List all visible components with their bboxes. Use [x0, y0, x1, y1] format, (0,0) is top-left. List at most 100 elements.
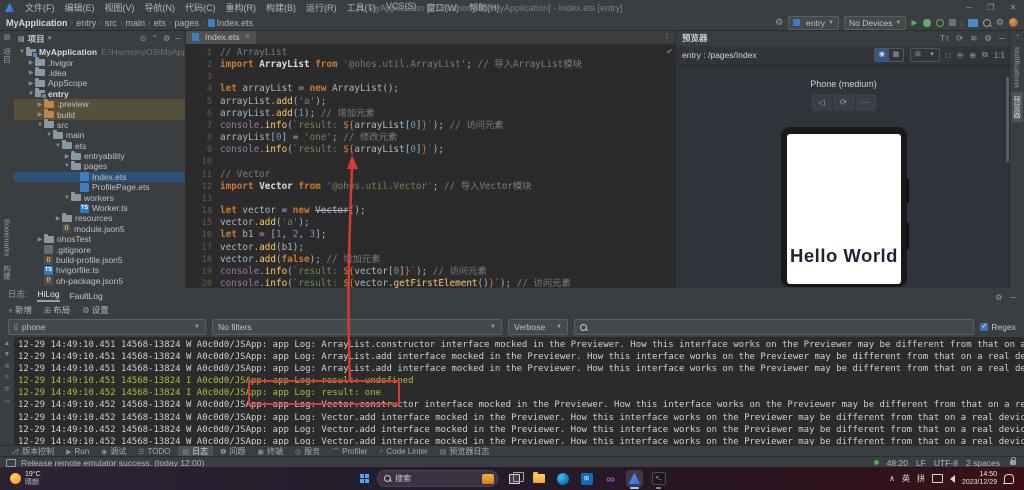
- log-row[interactable]: 12-29 14:49:10.451 14568-13824 W A0c0d0/…: [18, 363, 1024, 375]
- hidden-icons-chevron[interactable]: ∧: [889, 474, 895, 483]
- chevron-collapsed-icon[interactable]: ▶: [27, 80, 35, 87]
- back-button[interactable]: ◁: [811, 94, 833, 111]
- multi-preview-icon[interactable]: ▦: [889, 49, 903, 61]
- speaker-icon[interactable]: [949, 474, 955, 483]
- tree-item-hvigorfile-ts[interactable]: TS hvigorfile.ts: [14, 265, 185, 275]
- scroll-to-end-icon[interactable]: ≡: [5, 374, 9, 381]
- settings-icon[interactable]: ⚙: [996, 17, 1004, 28]
- layout-grid-toggle[interactable]: ⊞ ▾: [909, 48, 940, 62]
- weather-widget[interactable]: 19°C 晴朗: [10, 471, 41, 487]
- chevron-expanded-icon[interactable]: ▼: [45, 132, 53, 138]
- ime-mode-indicator[interactable]: 拼: [917, 473, 925, 484]
- preview-mode-toggle[interactable]: ◉ ▦: [873, 48, 904, 62]
- log-toolbar-button-新增[interactable]: + 新增: [8, 304, 32, 316]
- tree-item--preview[interactable]: ▶ .preview: [14, 98, 185, 110]
- log-search-input[interactable]: [574, 319, 975, 335]
- maximize-button[interactable]: ❐: [980, 3, 1002, 12]
- log-toolbar-button-设置[interactable]: ⚙ 设置: [82, 304, 109, 316]
- tree-item-appscope[interactable]: ▶ AppScope: [14, 77, 185, 88]
- tree-item-src[interactable]: ▼ src: [14, 119, 185, 130]
- chevron-collapsed-icon[interactable]: ▶: [63, 153, 71, 160]
- close-tab-icon[interactable]: ✕: [245, 33, 251, 41]
- grid-icon[interactable]: ⊞: [911, 49, 925, 61]
- tab-hilog[interactable]: HiLog: [37, 289, 60, 302]
- log-settings-icon[interactable]: ⚙: [995, 293, 1002, 302]
- sidebar-item-notifications[interactable]: Notifications: [1013, 43, 1022, 92]
- taskbar-app-deveco[interactable]: [626, 470, 643, 489]
- sidebar-item-project[interactable]: 项目: [2, 44, 13, 67]
- chevron-collapsed-icon[interactable]: ▶: [36, 111, 44, 118]
- sidebar-item-bookmarks[interactable]: Bookmarks: [3, 215, 12, 261]
- panel-settings-icon[interactable]: ⚙: [163, 34, 170, 43]
- module-selector[interactable]: entry ▼: [788, 15, 839, 30]
- hide-previewer-icon[interactable]: ─: [999, 33, 1005, 44]
- caret-position[interactable]: 48:20: [887, 458, 908, 468]
- editor-options-icon[interactable]: ⋮: [663, 32, 676, 43]
- tree-item-myapplication[interactable]: ▼ MyApplicationE:\HarmonyOS\MyApplication: [14, 46, 185, 58]
- breadcrumb-item[interactable]: pages: [174, 18, 199, 28]
- project-panel-title[interactable]: 项目: [28, 33, 45, 45]
- chevron-expanded-icon[interactable]: ▼: [63, 163, 71, 169]
- chevron-expanded-icon[interactable]: ▼: [18, 49, 26, 55]
- breadcrumb-item[interactable]: main: [126, 18, 146, 28]
- editor-tab-index-ets[interactable]: Index.ets ✕: [186, 30, 257, 44]
- menu-item[interactable]: 编辑(E): [60, 1, 100, 14]
- taskbar-app-store[interactable]: ⊞: [578, 470, 595, 487]
- log-row[interactable]: 12-29 14:49:10.452 14568-13824 I A0c0d0/…: [18, 387, 1024, 399]
- menu-item[interactable]: 视图(V): [100, 1, 140, 14]
- taskbar-app-terminal[interactable]: >_: [650, 470, 667, 489]
- tree-item-profilepage-ets[interactable]: ProfilePage.ets: [14, 182, 185, 192]
- tree-item-main[interactable]: ▼ main: [14, 129, 185, 140]
- log-row[interactable]: 12-29 14:49:10.452 14568-13824 W A0c0d0/…: [18, 412, 1024, 424]
- line-ending[interactable]: LF: [916, 458, 926, 468]
- hide-log-panel-icon[interactable]: ─: [1010, 293, 1016, 302]
- chevron-down-icon[interactable]: ▾: [925, 49, 939, 61]
- event-log-icon[interactable]: [6, 458, 16, 467]
- refresh-icon[interactable]: ⟳: [956, 33, 963, 44]
- tree-item-pages[interactable]: ▼ pages: [14, 160, 185, 171]
- menu-item[interactable]: 运行(R): [301, 1, 342, 14]
- tab-faultlog[interactable]: FaultLog: [70, 291, 103, 302]
- taskbar-app-explorer[interactable]: [530, 470, 547, 487]
- log-row[interactable]: 12-29 14:49:10.452 14568-13824 W A0c0d0/…: [18, 436, 1024, 445]
- avatar[interactable]: [1009, 18, 1018, 27]
- chevron-collapsed-icon[interactable]: ▶: [36, 101, 44, 108]
- tree-item-ets[interactable]: ▼ ets: [14, 140, 185, 151]
- chevron-collapsed-icon[interactable]: ▶: [27, 59, 35, 66]
- restart-icon[interactable]: ⟳: [4, 385, 9, 393]
- clear-log-icon[interactable]: ▭: [4, 397, 10, 405]
- ime-language-indicator[interactable]: 英: [902, 473, 910, 484]
- tree-item-ohostest[interactable]: ▶ ohosTest: [14, 233, 185, 244]
- breadcrumb-item[interactable]: src: [105, 18, 117, 28]
- indent-size[interactable]: 2 spaces: [966, 458, 1000, 468]
- status-message[interactable]: Release remote emulator success. (today …: [21, 458, 204, 468]
- tree-item-index-ets[interactable]: Index.ets: [14, 171, 185, 183]
- font-size-icon[interactable]: Tт: [940, 33, 949, 44]
- zoom-in-icon[interactable]: ⊕: [969, 51, 976, 60]
- log-row[interactable]: 12-29 14:49:10.451 14568-13824 I A0c0d0/…: [18, 375, 1024, 387]
- network-icon[interactable]: [931, 474, 943, 483]
- scroll-up-icon[interactable]: ▲: [4, 340, 10, 347]
- taskbar-app-taskview[interactable]: [506, 470, 524, 487]
- tree-item-build[interactable]: ▶ build: [14, 109, 185, 120]
- log-row[interactable]: 12-29 14:49:10.452 14568-13824 W A0c0d0/…: [18, 424, 1024, 436]
- log-row[interactable]: 12-29 14:49:10.452 14568-13824 W A0c0d0/…: [18, 399, 1024, 411]
- taskbar-app-vs[interactable]: ∞: [602, 470, 619, 487]
- minimize-button[interactable]: ─: [958, 3, 980, 12]
- device-manager-icon[interactable]: [967, 18, 978, 27]
- tree-item-oh-package-json5[interactable]: {} oh-package.json5: [14, 276, 185, 286]
- menu-item[interactable]: 导航(N): [140, 1, 181, 14]
- device-selector[interactable]: No Devices ▼: [844, 15, 907, 30]
- close-button[interactable]: ✕: [1002, 3, 1024, 12]
- frame-icon[interactable]: □: [946, 51, 951, 60]
- chevron-expanded-icon[interactable]: ▼: [27, 91, 35, 97]
- breadcrumb-item[interactable]: ets: [154, 18, 166, 28]
- previewer-settings-icon[interactable]: ⚙: [984, 33, 992, 44]
- breadcrumb-item[interactable]: MyApplication: [6, 18, 68, 28]
- taskbar-app-edge[interactable]: [554, 470, 571, 487]
- log-rows[interactable]: 12-29 14:49:10.451 14568-13824 W A0c0d0/…: [18, 339, 1024, 445]
- tree-item--gitignore[interactable]: .gitignore: [14, 244, 185, 255]
- phone-screen[interactable]: Hello World: [787, 134, 901, 284]
- log-level-dropdown[interactable]: Verbose ▼: [508, 319, 568, 335]
- sidebar-item-build[interactable]: 构建: [2, 261, 13, 284]
